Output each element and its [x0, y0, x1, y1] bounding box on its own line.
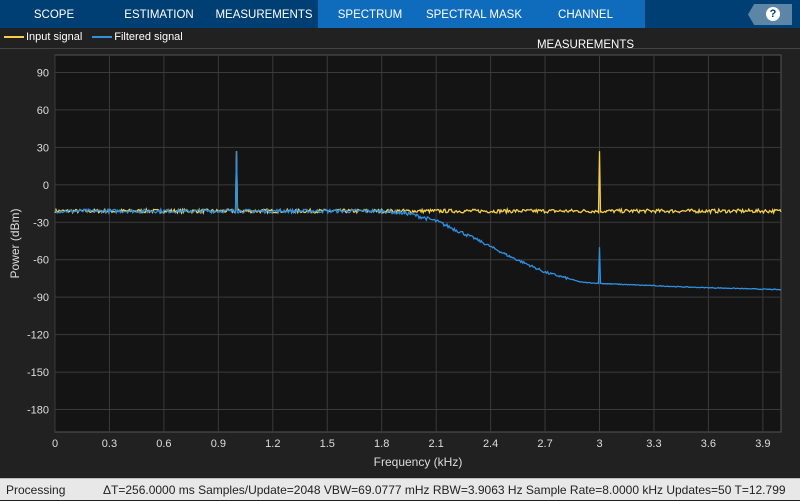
x-tick-label: 0 [52, 438, 58, 450]
x-tick-label: 2.1 [429, 438, 444, 450]
x-tick-label: 0.9 [211, 438, 226, 450]
y-tick-label: -120 [27, 330, 49, 342]
y-tick-label: -30 [33, 217, 49, 229]
x-tick-label: 1.5 [320, 438, 335, 450]
x-tick-label: 2.7 [537, 438, 552, 450]
y-axis-label: Power (dBm) [8, 208, 22, 278]
x-tick-label: 3 [596, 438, 602, 450]
x-tick-label: 1.2 [265, 438, 280, 450]
x-tick-label: 3.3 [646, 438, 661, 450]
y-tick-label: -180 [27, 405, 49, 417]
x-tick-label: 2.4 [483, 438, 498, 450]
y-tick-label: 90 [37, 67, 49, 79]
y-tick-label: -90 [33, 292, 49, 304]
status-bar: Processing ΔT=256.0000 ms Samples/Update… [0, 478, 800, 500]
x-tick-label: 0.6 [156, 438, 171, 450]
status-state: Processing [6, 483, 66, 497]
y-tick-label: 60 [37, 105, 49, 117]
x-tick-label: 0.3 [102, 438, 117, 450]
y-tick-label: 30 [37, 142, 49, 154]
x-tick-label: 3.6 [701, 438, 716, 450]
y-tick-label: 0 [43, 180, 49, 192]
status-info: ΔT=256.0000 ms Samples/Update=2048 VBW=6… [103, 483, 786, 497]
y-tick-label: -150 [27, 367, 49, 379]
x-tick-label: 3.9 [755, 438, 770, 450]
spectrum-plot[interactable]: 0 0.3 0.6 0.9 1.2 1.5 1.8 2.1 2.4 2.7 3 3.3 3.6 3.9 90… [0, 0, 800, 478]
y-tick-label: -60 [33, 255, 49, 267]
x-tick-label: 1.8 [374, 438, 389, 450]
x-axis-label: Frequency (kHz) [374, 455, 463, 469]
